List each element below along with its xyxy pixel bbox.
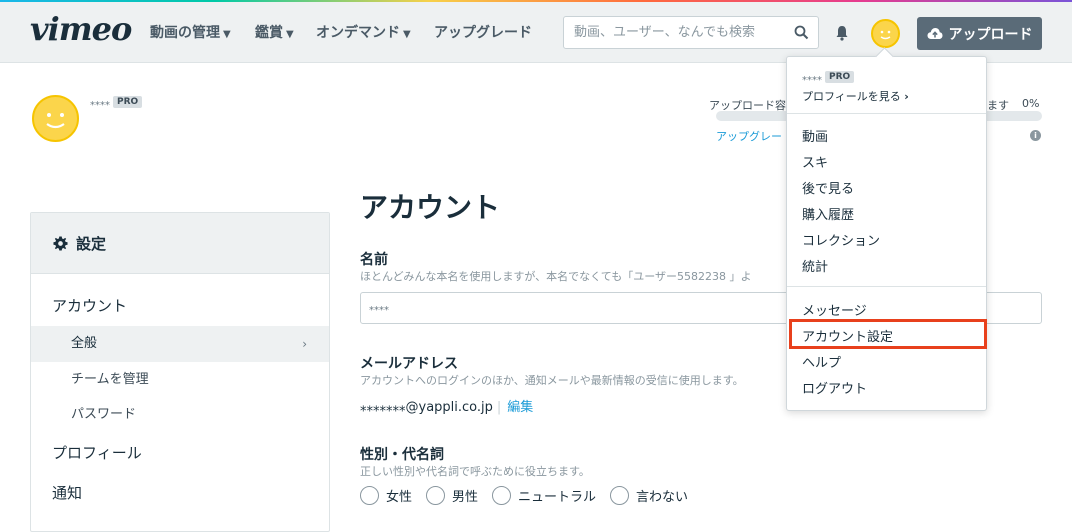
chevron-right-icon: › xyxy=(302,337,307,351)
nav-watch-label: 鑑賞 xyxy=(255,25,283,41)
search-input[interactable] xyxy=(564,17,786,48)
user-menu-dropdown: ⁎⁎⁎⁎ PRO プロフィールを見る › 動画 スキ 後で見る 購入履歴 コレクシ… xyxy=(786,56,987,411)
radio-button[interactable] xyxy=(360,486,379,505)
upload-quota-percent: 0% xyxy=(1022,97,1040,110)
nav-manage-videos-label: 動画の管理 xyxy=(150,25,220,41)
gear-icon xyxy=(53,235,68,251)
nav-watch[interactable]: 鑑賞 ▼ xyxy=(255,22,294,42)
radio-button[interactable] xyxy=(492,486,512,505)
chevron-right-icon: › xyxy=(904,90,909,103)
name-help-text: ほとんどみんな本名を使用しますが、本名でなくても「ユーザー5582238 」よ xyxy=(360,270,752,283)
gender-label: 性別・代名詞 xyxy=(360,447,444,463)
email-row: ⁎⁎⁎⁎⁎⁎⁎@yappli.co.jp | 編集 xyxy=(360,396,533,415)
chevron-down-icon: ▼ xyxy=(223,29,231,40)
sidebar-item-general-label: 全般 xyxy=(71,336,98,351)
sidebar-item-notifications[interactable]: 通知 xyxy=(31,482,329,503)
menu-item-messages[interactable]: メッセージ xyxy=(802,300,867,319)
smiley-avatar-icon xyxy=(46,113,65,129)
sidebar-header: 設定 xyxy=(31,213,329,274)
email-edit-link[interactable]: 編集 xyxy=(507,400,533,415)
menu-item-stats[interactable]: 統計 xyxy=(802,256,828,275)
sidebar-item-profile[interactable]: プロフィール xyxy=(31,442,329,463)
profile-username: ⁎⁎⁎⁎ PRO xyxy=(90,96,143,108)
gender-option-female[interactable]: 女性 xyxy=(360,486,412,505)
menu-view-profile-link[interactable]: プロフィールを見る › xyxy=(802,88,909,104)
search-icon[interactable] xyxy=(794,25,809,40)
sidebar-item-account[interactable]: アカウント xyxy=(31,295,329,316)
profile-avatar[interactable] xyxy=(32,95,79,142)
upload-button-label: アップロード xyxy=(948,26,1033,43)
settings-sidebar: 設定 アカウント 全般 › チームを管理 パスワード プロフィール 通知 xyxy=(30,212,330,532)
page-title: アカウント xyxy=(360,191,501,224)
menu-divider xyxy=(787,286,986,287)
pro-badge: PRO xyxy=(113,96,143,108)
gender-option-none[interactable]: 言わない xyxy=(610,486,688,505)
radio-button[interactable] xyxy=(426,486,446,505)
email-label: メールアドレス xyxy=(360,356,458,372)
gender-radio-group: 女性 男性 ニュートラル 言わない xyxy=(360,486,702,505)
menu-item-likes[interactable]: スキ xyxy=(802,152,828,171)
menu-item-logout[interactable]: ログアウト xyxy=(802,378,867,397)
email-value: ⁎⁎⁎⁎⁎⁎⁎@yappli.co.jp xyxy=(360,400,493,415)
top-navigation-bar: vimeo 動画の管理▼ 鑑賞▼ オンデマンド▼ アップグレード アップ xyxy=(0,2,1072,63)
upload-button[interactable]: アップロード xyxy=(917,17,1042,50)
menu-item-purchases[interactable]: 購入履歴 xyxy=(802,204,854,223)
menu-item-collections[interactable]: コレクション xyxy=(802,230,880,249)
gender-option-label: 女性 xyxy=(386,490,413,505)
bell-icon[interactable] xyxy=(835,25,849,41)
chevron-down-icon: ▼ xyxy=(286,29,294,40)
menu-username-text: ⁎⁎⁎⁎ xyxy=(802,72,822,83)
menu-view-profile-label: プロフィールを見る xyxy=(802,90,901,103)
menu-divider xyxy=(787,113,986,114)
info-icon[interactable]: i xyxy=(1030,130,1041,141)
menu-item-account-settings[interactable]: アカウント設定 xyxy=(802,326,893,345)
nav-manage-videos[interactable]: 動画の管理 ▼ xyxy=(150,22,231,42)
email-help-text: アカウントへのログインのほか、通知メールや最新情報の受信に使用します。 xyxy=(360,374,744,387)
nav-upgrade[interactable]: アップグレード xyxy=(434,22,532,42)
profile-username-text: ⁎⁎⁎⁎ xyxy=(90,97,110,108)
gender-option-neutral[interactable]: ニュートラル xyxy=(492,486,596,505)
menu-item-videos[interactable]: 動画 xyxy=(802,126,828,145)
gender-option-label: 言わない xyxy=(636,490,689,505)
cloud-upload-icon xyxy=(927,28,942,39)
chevron-down-icon: ▼ xyxy=(403,29,411,40)
pro-badge: PRO xyxy=(825,71,855,83)
menu-item-help[interactable]: ヘルプ xyxy=(802,352,841,371)
gender-option-male[interactable]: 男性 xyxy=(426,486,478,505)
nav-on-demand[interactable]: オンデマンド ▼ xyxy=(316,22,411,42)
gender-option-label: 男性 xyxy=(452,490,479,505)
name-label: 名前 xyxy=(360,252,388,268)
sidebar-item-password[interactable]: パスワード xyxy=(31,397,329,433)
search-box xyxy=(563,16,819,49)
email-divider: | xyxy=(496,400,502,415)
smiley-avatar-icon xyxy=(880,30,891,40)
gender-help-text: 正しい性別や代名詞で呼ぶために役立ちます。 xyxy=(360,465,590,478)
user-avatar-button[interactable] xyxy=(871,19,900,48)
vimeo-logo[interactable]: vimeo xyxy=(30,10,132,48)
sidebar-header-label: 設定 xyxy=(76,234,107,253)
menu-item-watch-later[interactable]: 後で見る xyxy=(802,178,854,197)
gender-option-label: ニュートラル xyxy=(518,490,597,505)
menu-username: ⁎⁎⁎⁎ PRO xyxy=(802,71,855,83)
nav-upgrade-label: アップグレード xyxy=(434,25,532,41)
sidebar-item-general[interactable]: 全般 › xyxy=(31,326,329,362)
sidebar-item-team[interactable]: チームを管理 xyxy=(31,362,329,398)
nav-on-demand-label: オンデマンド xyxy=(316,25,400,41)
radio-button[interactable] xyxy=(610,486,630,505)
upgrade-link[interactable]: アップグレー xyxy=(716,128,782,144)
